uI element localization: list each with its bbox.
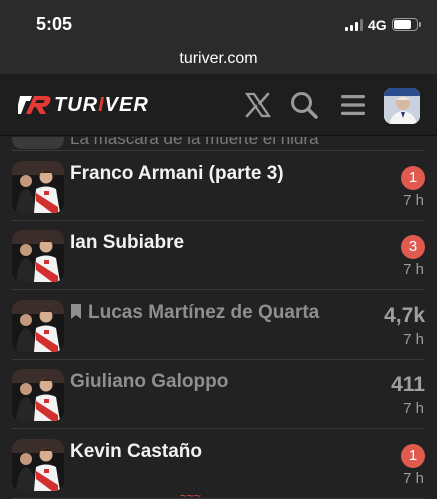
new-posts-badge[interactable]: 1 xyxy=(401,166,425,190)
user-avatar[interactable] xyxy=(384,88,420,124)
topic-title-text: Kevin Castaño xyxy=(70,441,202,462)
topic-title[interactable]: Ian Subiabre xyxy=(70,232,184,254)
topic-title: La máscara de la muerte el hidra xyxy=(70,137,319,148)
topic-thumbnail[interactable] xyxy=(12,230,64,282)
topic-age[interactable]: 7 h xyxy=(403,261,424,278)
topic-row[interactable]: Franco Armani (parte 3) 1 7 h xyxy=(0,151,437,221)
topic-title[interactable]: Kevin Castaño xyxy=(70,441,202,463)
url-text[interactable]: turiver.com xyxy=(179,50,257,67)
topic-thumbnail[interactable] xyxy=(12,300,64,352)
new-posts-badge[interactable]: 1 xyxy=(401,444,425,468)
new-posts-badge[interactable]: 3 xyxy=(401,235,425,259)
topic-age[interactable]: 7 h xyxy=(403,331,424,348)
topic-row[interactable]: Giuliano Galoppo 411 7 h xyxy=(0,359,437,429)
signal-icon xyxy=(345,19,363,31)
topic-row[interactable]: Kevin Castaño 1 7 h xyxy=(0,429,437,499)
topic-age[interactable]: 7 h xyxy=(403,470,424,487)
x-twitter-icon[interactable] xyxy=(243,90,273,120)
network-label: 4G xyxy=(368,17,387,33)
bookmark-icon xyxy=(71,304,81,319)
topic-title-text: Giuliano Galoppo xyxy=(70,371,229,392)
topic-title-text: Ian Subiabre xyxy=(70,232,185,253)
topic-age[interactable]: 7 h xyxy=(403,192,424,209)
logo-text: TURIVER xyxy=(54,93,149,116)
site-logo[interactable]: TURIVER xyxy=(18,92,149,118)
site-header: TURIVER xyxy=(0,74,437,136)
partial-topic-row[interactable]: La máscara de la muerte el hidra xyxy=(0,137,437,150)
topic-age[interactable]: 7 h xyxy=(403,400,424,417)
search-icon[interactable] xyxy=(289,90,319,120)
hamburger-menu-icon[interactable] xyxy=(338,90,368,120)
url-bar[interactable]: turiver.com xyxy=(0,44,437,74)
status-time: 5:05 xyxy=(36,14,73,34)
logo-mark-icon xyxy=(18,96,51,114)
topic-title-text: Franco Armani (parte 3) xyxy=(70,163,284,184)
reply-count[interactable]: 4,7k xyxy=(384,304,425,328)
topic-title[interactable]: Lucas Martínez de Quarta xyxy=(70,302,319,324)
topic-thumbnail[interactable] xyxy=(12,161,64,213)
topic-row[interactable]: Lucas Martínez de Quarta 4,7k 7 h xyxy=(0,290,437,360)
topic-title[interactable]: Giuliano Galoppo xyxy=(70,371,228,393)
status-bar: 5:05 4G xyxy=(0,0,437,44)
topic-title[interactable]: Franco Armani (parte 3) xyxy=(70,163,284,185)
topic-thumbnail[interactable] xyxy=(12,369,64,421)
avatar-photo-icon xyxy=(384,88,420,124)
topic-thumbnail[interactable] xyxy=(12,439,64,491)
topic-thumbnail xyxy=(12,137,64,149)
topic-title-text: Lucas Martínez de Quarta xyxy=(88,302,320,323)
topic-row[interactable]: Ian Subiabre 3 7 h xyxy=(0,220,437,290)
reply-count[interactable]: 411 xyxy=(391,373,425,397)
partial-next-row: ~~~ xyxy=(180,493,230,499)
battery-icon xyxy=(392,18,421,31)
